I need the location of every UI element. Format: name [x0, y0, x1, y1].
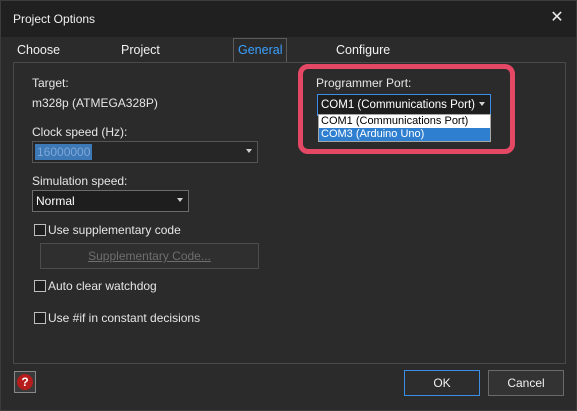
tab-general-options[interactable]: General Options — [233, 38, 288, 79]
simulation-speed-value: Normal — [36, 194, 75, 208]
target-value: m328p (ATMEGA328P) — [32, 96, 158, 110]
highlight-callout — [298, 64, 515, 154]
project-options-dialog: Project Options ✕ Choose a Target Projec… — [0, 0, 577, 411]
clock-speed-label: Clock speed (Hz): — [32, 125, 128, 139]
question-mark-icon: ? — [17, 374, 33, 390]
clock-speed-combo[interactable]: 16000000 — [32, 141, 258, 163]
close-icon[interactable]: ✕ — [548, 9, 566, 27]
tab-project-description[interactable]: Project description — [117, 39, 185, 79]
chevron-down-icon — [177, 198, 183, 202]
chevron-down-icon — [246, 149, 252, 153]
use-if-label: Use #if in constant decisions — [48, 311, 201, 325]
window-title: Project Options — [13, 12, 96, 26]
use-supplementary-checkbox[interactable] — [34, 224, 46, 236]
title-bar: Project Options ✕ — [1, 1, 576, 37]
auto-clear-watchdog-checkbox[interactable] — [34, 280, 46, 292]
ok-button[interactable]: OK — [404, 370, 480, 396]
cancel-button[interactable]: Cancel — [488, 370, 564, 396]
auto-clear-watchdog-label: Auto clear watchdog — [48, 279, 157, 293]
help-icon[interactable]: ? — [14, 371, 36, 393]
clock-speed-value: 16000000 — [35, 144, 93, 160]
supplementary-code-button[interactable]: Supplementary Code... — [40, 243, 259, 269]
use-if-checkbox[interactable] — [34, 312, 46, 324]
target-label: Target: — [32, 76, 69, 90]
simulation-speed-combo[interactable]: Normal — [32, 190, 189, 212]
tab-configure[interactable]: Configure — [332, 39, 394, 61]
simulation-speed-label: Simulation speed: — [32, 174, 128, 188]
tab-choose-target[interactable]: Choose a Target — [13, 39, 64, 101]
use-supplementary-label: Use supplementary code — [48, 223, 181, 237]
